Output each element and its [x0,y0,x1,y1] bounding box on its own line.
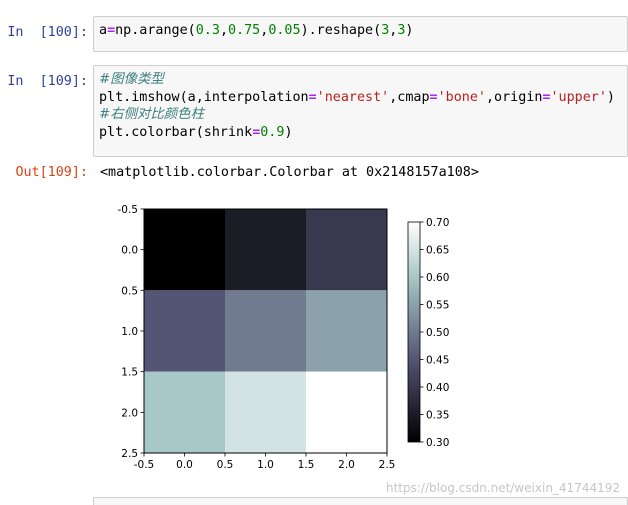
code-token: = [107,23,116,38]
tick-label: 0.0 [176,459,193,471]
tick-label: 1.5 [298,459,315,471]
code-token: ,origin [485,89,543,105]
code-line: plt.colorbar(shrink=0.9) [99,124,623,142]
heatmap-cell [225,371,306,453]
tick-label: 0.5 [217,459,234,471]
code-token: ).reshape( [300,23,382,38]
code-token: 0.05 [268,23,301,38]
tick-label: 1.0 [121,326,138,338]
tick-label: 0.45 [426,355,449,367]
tick-label: 2.0 [338,459,355,471]
code-token: = [429,89,438,105]
code-token: #图像类型 [99,72,164,87]
tick-label: 0.70 [426,217,449,229]
tick-label: 2.5 [121,448,138,460]
tick-label: 0.50 [426,327,449,339]
tick-label: -0.5 [134,459,155,471]
code-token: 'upper' [550,89,607,105]
tick-label: 1.5 [121,367,138,379]
code-cell-109[interactable]: #图像类型 plt.imshow(a,interpolation='neares… [93,65,628,157]
y-axis-ticks: -0.5 0.0 0.5 1.0 1.5 2.0 2.5 [118,204,144,460]
code-cell-100[interactable]: a=np.arange(0.3,0.75,0.05).reshape(3,3) [93,16,628,52]
tick-label: 0.55 [426,300,449,312]
tick-label: 2.5 [379,459,396,471]
heatmap-cell [306,371,387,453]
output-repr-text: <matplotlib.colorbar.Colorbar at 0x21481… [100,165,479,180]
code-line: #图像类型 [99,71,623,89]
heatmap-cell [144,209,225,291]
watermark-text: https://blog.csdn.net/weixin_41744192 [385,481,620,495]
code-token: 'nearest' [316,89,390,105]
heatmap-cell [144,290,225,372]
tick-label: 0.35 [426,410,449,422]
input-prompt-100: In [100]: [7,25,88,40]
code-token: , [219,23,228,38]
code-line: a=np.arange(0.3,0.75,0.05).reshape(3,3) [99,22,623,40]
code-token: 'bone' [437,89,486,105]
code-token: 0.75 [228,23,261,38]
code-token: #右侧对比颜色柱 [99,107,204,123]
heatmap-cell [306,209,387,291]
code-line: plt.imshow(a,interpolation='nearest',cma… [99,89,623,107]
code-token: plt.colorbar(shrink [99,124,253,140]
heatmap-cell [225,209,306,291]
tick-label: 1.0 [257,459,274,471]
heatmap-cell [225,290,306,372]
code-token: ) [606,89,615,105]
heatmap-cell [144,371,225,453]
code-token: ) [284,124,293,140]
colorbar-ticks: 0.30 0.35 0.40 0.45 0.50 0.55 0.60 0.65 0.70 [420,217,449,449]
heatmap-cell [306,290,387,372]
code-token: = [308,89,317,105]
tick-label: 0.60 [426,272,449,284]
heatmap-cells [144,209,387,453]
code-token: a [99,23,108,38]
code-token: 0.3 [195,23,220,38]
code-token: ,cmap [389,89,430,105]
colorbar [407,221,421,443]
tick-label: 2.0 [121,407,138,419]
input-prompt-109: In [109]: [7,74,88,89]
tick-label: 0.5 [121,285,138,297]
tick-label: 0.65 [426,245,449,257]
tick-label: 0.40 [426,382,449,394]
code-token: plt.imshow(a,interpolation [99,89,309,105]
code-token: ) [405,23,414,38]
tick-label: -0.5 [118,204,139,216]
code-token: np.arange( [115,23,196,38]
x-axis-ticks: -0.5 0.0 0.5 1.0 1.5 2.0 2.5 [134,453,396,471]
output-prompt-109: Out[109]: [15,165,88,180]
code-line: #右侧对比颜色柱 [99,106,623,124]
tick-label: 0.0 [121,245,138,257]
code-token: 0.9 [260,124,285,140]
tick-label: 0.30 [426,437,449,449]
next-cell-edge [93,497,628,505]
imshow-figure: -0.5 0.0 0.5 1.0 1.5 2.0 2.5 -0.5 0.0 0.5 1.0 1.5 2… [118,204,450,471]
